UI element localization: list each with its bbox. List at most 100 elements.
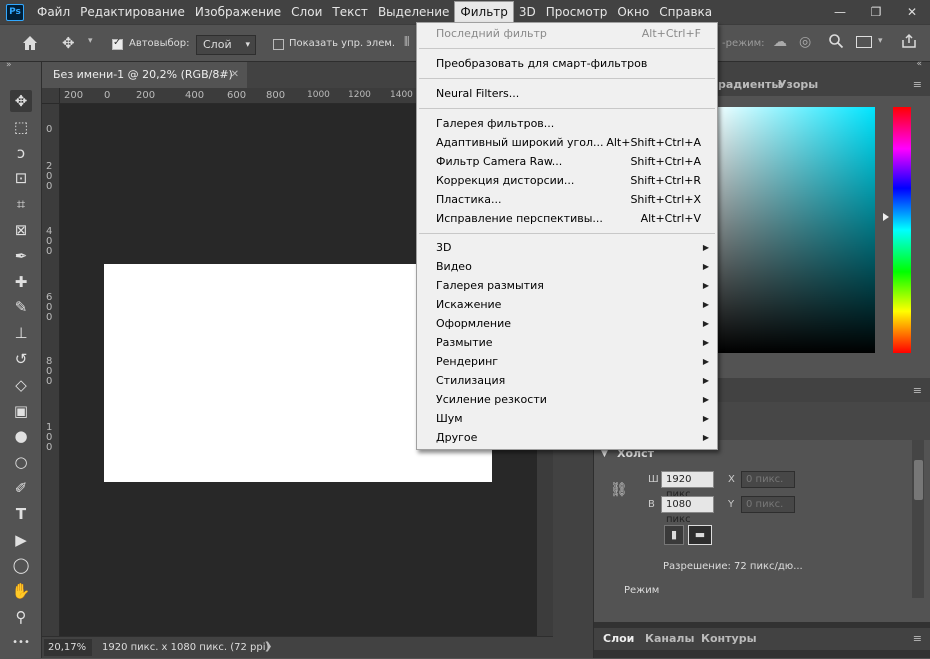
menu-item-submenu[interactable]: Видео ▶ — [417, 257, 717, 276]
align-icon[interactable]: ⫴ — [404, 35, 409, 50]
frame-tool-icon[interactable]: ⊠ — [10, 219, 32, 241]
chevron-down-icon[interactable]: ▾ — [88, 36, 93, 46]
menu-item-neural-filters[interactable]: Neural Filters... — [417, 84, 717, 103]
width-field[interactable]: 1920 пикс — [661, 471, 714, 500]
menu-item-filter[interactable]: Фильтр Camera Raw... Shift+Ctrl+A — [417, 152, 717, 171]
close-icon[interactable]: ✕ — [231, 62, 239, 88]
chevron-down-icon[interactable]: ▾ — [878, 36, 883, 46]
menu-item-filter[interactable]: Адаптивный широкий угол... Alt+Shift+Ctrl… — [417, 133, 717, 152]
menu-item-submenu[interactable]: Рендеринг ▶ — [417, 352, 717, 371]
history-brush-tool-icon[interactable]: ↺ — [10, 348, 32, 370]
auto-select-target-dropdown[interactable]: Слой ▾ — [196, 35, 256, 55]
share-icon[interactable] — [901, 33, 917, 52]
menu-edit[interactable]: Редактирование — [75, 0, 190, 24]
marquee-tool-icon[interactable]: ⬚ — [10, 116, 32, 138]
eraser-tool-icon[interactable]: ◇ — [10, 374, 32, 396]
menu-3d[interactable]: 3D — [514, 0, 541, 24]
document-tab[interactable]: Без имени-1 @ 20,2% (RGB/8#) ✕ — [42, 62, 247, 88]
home-icon[interactable] — [20, 33, 40, 53]
zoom-tool-icon[interactable]: ⚲ — [10, 606, 32, 628]
menu-item-submenu[interactable]: Размытие ▶ — [417, 333, 717, 352]
close-button[interactable]: ✕ — [894, 0, 930, 24]
menu-select[interactable]: Выделение — [373, 0, 454, 24]
menu-type[interactable]: Текст — [327, 0, 373, 24]
menu-item-smart-filters[interactable]: Преобразовать для смарт-фильтров — [417, 54, 717, 73]
menu-item-submenu[interactable]: 3D ▶ — [417, 238, 717, 257]
restore-button[interactable]: ❐ — [858, 0, 894, 24]
collapse-icon[interactable]: » — [6, 60, 12, 70]
ruler-tick-label: 600 — [227, 90, 247, 101]
3d-orbit-icon[interactable]: ☁ — [773, 34, 787, 50]
menu-item-label: Пластика... — [436, 193, 502, 206]
zoom-level-field[interactable]: 20,17% — [44, 639, 92, 656]
collapse-icon[interactable]: « — [916, 59, 922, 69]
tab-patterns[interactable]: Узоры — [778, 74, 818, 96]
x-field[interactable]: 0 пикс. — [741, 471, 795, 488]
menu-item-filter[interactable]: Пластика... Shift+Ctrl+X — [417, 190, 717, 209]
menu-item-submenu[interactable]: Искажение ▶ — [417, 295, 717, 314]
workspace-icon[interactable] — [856, 36, 872, 48]
dodge-tool-icon[interactable]: ○ — [10, 451, 32, 473]
stamp-tool-icon[interactable]: ⊥ — [10, 322, 32, 344]
status-menu-arrow[interactable]: ❯ — [264, 641, 272, 652]
menu-item-filter[interactable]: Галерея фильтров... — [417, 114, 717, 133]
height-field[interactable]: 1080 пикс — [661, 496, 714, 525]
menu-item-submenu[interactable]: Оформление ▶ — [417, 314, 717, 333]
crop-tool-icon[interactable]: ⌗ — [10, 193, 32, 215]
panel-menu-icon[interactable]: ≡ — [913, 632, 922, 645]
menu-window[interactable]: Окно — [612, 0, 654, 24]
panel-menu-icon[interactable]: ≡ — [913, 78, 922, 91]
type-tool-icon[interactable]: T — [10, 503, 32, 525]
eyedropper-tool-icon[interactable]: ✒ — [10, 245, 32, 267]
menu-item-filter[interactable]: Исправление перспективы... Alt+Ctrl+V — [417, 209, 717, 228]
y-field[interactable]: 0 пикс. — [741, 496, 795, 513]
tab-layers[interactable]: Слои — [603, 628, 634, 650]
tab-channels[interactable]: Каналы — [645, 628, 694, 650]
chevron-down-icon[interactable]: ▼ — [601, 449, 608, 459]
menu-item-submenu[interactable]: Галерея размытия ▶ — [417, 276, 717, 295]
ruler-corner — [42, 88, 60, 104]
blur-tool-icon[interactable]: ● — [10, 425, 32, 447]
menu-help[interactable]: Справка — [654, 0, 717, 24]
menu-layers[interactable]: Слои — [286, 0, 327, 24]
hue-slider-handle[interactable] — [883, 213, 889, 221]
menu-item-submenu[interactable]: Другое ▶ — [417, 428, 717, 447]
landscape-orientation-icon[interactable]: ▬ — [688, 525, 712, 545]
menu-view[interactable]: Просмотр — [541, 0, 613, 24]
path-select-tool-icon[interactable]: ▶ — [10, 529, 32, 551]
menu-item-submenu[interactable]: Стилизация ▶ — [417, 371, 717, 390]
pen-tool-icon[interactable]: ✐ — [10, 477, 32, 499]
menu-item-submenu[interactable]: Шум ▶ — [417, 409, 717, 428]
minimize-button[interactable]: — — [822, 0, 858, 24]
menu-file[interactable]: Файл — [32, 0, 75, 24]
tab-paths[interactable]: Контуры — [701, 628, 757, 650]
lasso-tool-icon[interactable]: ↄ — [10, 142, 32, 164]
search-icon[interactable] — [828, 33, 844, 52]
menu-filter[interactable]: Фильтр — [454, 1, 514, 23]
move-options-icon[interactable]: ✥ — [62, 34, 75, 52]
move-tool-icon[interactable]: ✥ — [10, 90, 32, 112]
properties-scroll-thumb[interactable] — [914, 460, 923, 500]
shape-tool-icon[interactable]: ◯ — [10, 554, 32, 576]
gradient-tool-icon[interactable]: ▣ — [10, 400, 32, 422]
tab-gradients[interactable]: радиенты — [718, 74, 781, 96]
brush-tool-icon[interactable]: ✎ — [10, 296, 32, 318]
color-picker-field[interactable] — [708, 107, 875, 353]
panel-menu-icon[interactable]: ≡ — [913, 384, 922, 397]
ruler-tick-label: 0 — [46, 181, 53, 192]
menu-image[interactable]: Изображение — [190, 0, 286, 24]
hand-tool-icon[interactable]: ✋ — [10, 580, 32, 602]
auto-select-checkbox[interactable] — [112, 37, 123, 50]
healing-tool-icon[interactable]: ✚ — [10, 271, 32, 293]
hue-slider[interactable] — [893, 107, 911, 353]
menu-item-filter[interactable]: Коррекция дисторсии... Shift+Ctrl+R — [417, 171, 717, 190]
menu-item-last-filter[interactable]: Последний фильтр Alt+Ctrl+F — [417, 24, 717, 43]
object-select-tool-icon[interactable]: ⊡ — [10, 167, 32, 189]
ruler-tick-label: 400 — [185, 90, 205, 101]
3d-rotate-icon[interactable]: ◎ — [799, 34, 811, 50]
show-transform-checkbox[interactable] — [273, 39, 284, 50]
link-icon[interactable]: ⛓ — [610, 482, 628, 498]
menu-item-submenu[interactable]: Усиление резкости ▶ — [417, 390, 717, 409]
more-tools-icon[interactable]: ••• — [10, 632, 32, 654]
portrait-orientation-icon[interactable]: ▮ — [664, 525, 684, 545]
